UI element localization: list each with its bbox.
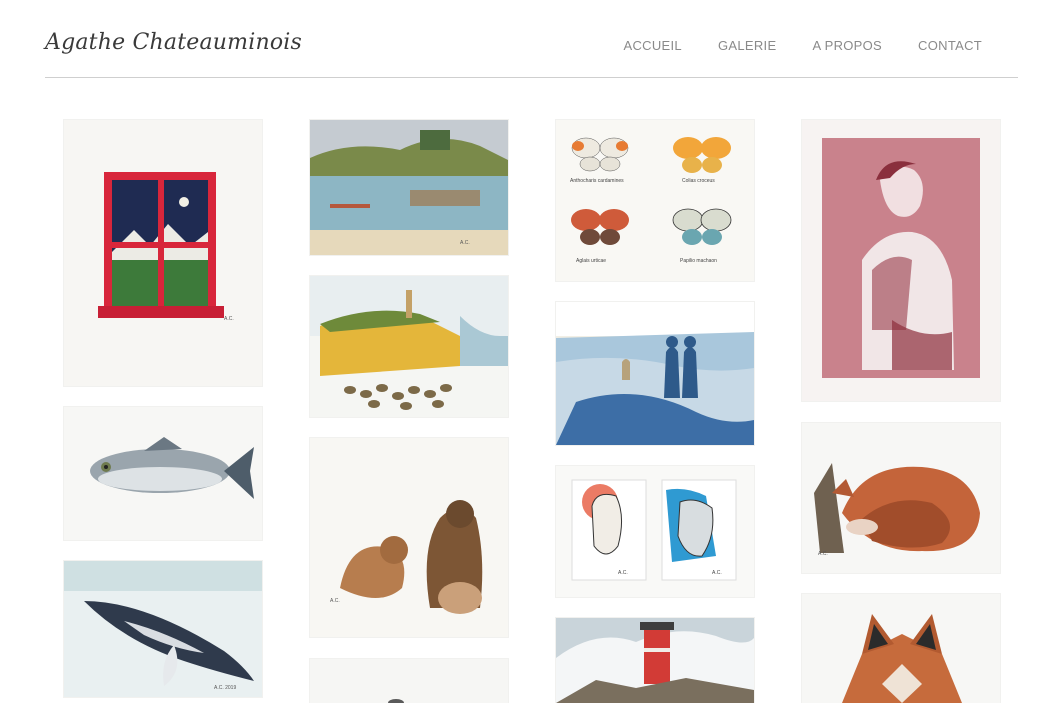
artwork-beach-figures[interactable] (556, 302, 754, 445)
artwork-two-portraits[interactable]: A.C. A.C. (556, 466, 754, 597)
coast-cliff-image (310, 276, 508, 417)
butterflies-image: Anthocharis cardamines Colias croceus Ag… (556, 120, 754, 281)
harbor-image: A.C. (310, 120, 508, 255)
svg-text:A.C.: A.C. (712, 570, 722, 576)
artwork-woman-portrait[interactable] (802, 120, 1000, 401)
artwork-whale[interactable]: A.C. 2019 (64, 561, 262, 697)
lighthouse-image (556, 618, 754, 703)
beach-figures-image (556, 302, 754, 445)
whale-image: A.C. 2019 (64, 561, 262, 697)
svg-text:A.C.: A.C. (330, 598, 340, 604)
fish-image (64, 407, 262, 540)
red-window-image: A.C. (64, 120, 262, 386)
artwork-sleeping-fox[interactable]: A.C. (802, 423, 1000, 573)
artwork-butterflies[interactable]: Anthocharis cardamines Colias croceus Ag… (556, 120, 754, 281)
gallery-grid: A.C. A.C. 2019 A.C. A.C. Anthocharis car… (0, 0, 1062, 703)
artwork-red-window[interactable]: A.C. (64, 120, 262, 386)
otters-image: A.C. (310, 438, 508, 637)
artwork-fox-head[interactable] (802, 594, 1000, 703)
two-portraits-image: A.C. A.C. (556, 466, 754, 597)
artwork-coast-cliff[interactable] (310, 276, 508, 417)
sleeping-fox-image: A.C. (802, 423, 1000, 573)
partial-image (310, 659, 508, 703)
fox-head-image (802, 594, 1000, 703)
artwork-harbor[interactable]: A.C. (310, 120, 508, 255)
butterfly-label-2: Colias croceus (682, 178, 715, 184)
svg-text:A.C.: A.C. (460, 240, 470, 246)
woman-portrait-image (802, 120, 1000, 401)
svg-text:A.C.: A.C. (224, 316, 234, 322)
artwork-partial[interactable] (310, 659, 508, 703)
butterfly-label-3: Aglais urticae (576, 258, 606, 264)
svg-text:A.C.: A.C. (818, 551, 828, 557)
artwork-fish[interactable] (64, 407, 262, 540)
svg-text:A.C. 2019: A.C. 2019 (214, 685, 236, 691)
artwork-lighthouse[interactable] (556, 618, 754, 703)
artwork-otters[interactable]: A.C. (310, 438, 508, 637)
svg-text:A.C.: A.C. (618, 570, 628, 576)
butterfly-label-1: Anthocharis cardamines (570, 178, 624, 184)
butterfly-label-4: Papilio machaon (680, 258, 717, 264)
